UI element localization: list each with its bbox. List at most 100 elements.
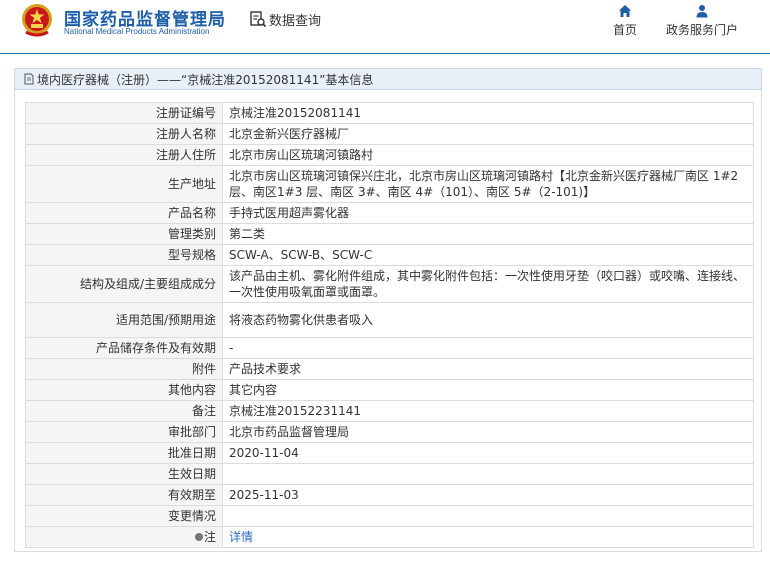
field-value-cell: 详情: [222, 526, 754, 548]
table-row: 变更情况: [25, 505, 754, 527]
field-value: 京械注准20152231141: [229, 404, 361, 418]
field-label-cell: 批准日期: [25, 442, 223, 464]
field-value: 第二类: [229, 227, 266, 241]
nav-home-label: 首页: [612, 23, 637, 37]
field-label-cell: 生产地址: [25, 165, 223, 203]
field-label: 注册证编号: [155, 106, 216, 120]
field-value-cell: 2025-11-03: [222, 484, 754, 506]
field-label-cell: 生效日期: [25, 463, 223, 485]
field-value-cell: 2020-11-04: [222, 442, 754, 464]
table-row: 产品储存条件及有效期 -: [25, 337, 754, 359]
nav-service-portal-label: 政务服务门户: [665, 23, 738, 37]
field-label-cell: 管理类别: [25, 223, 223, 245]
field-value-cell: 手持式医用超声雾化器: [222, 202, 754, 224]
data-query-link[interactable]: 数据查询: [249, 9, 321, 29]
field-value: SCW-A、SCW-B、SCW-C: [229, 248, 373, 262]
breadcrumb-text: 境内医疗器械（注册）——“京械注准20152081141”基本信息: [37, 72, 374, 87]
field-value-cell: 北京市房山区琉璃河镇路村: [222, 144, 754, 166]
field-label: 其他内容: [167, 383, 216, 397]
field-label: 管理类别: [167, 227, 216, 241]
table-row: 附件 产品技术要求: [25, 358, 754, 380]
field-label-cell: 附件: [25, 358, 223, 380]
document-icon: [24, 73, 34, 85]
field-value: 北京市药品监督管理局: [229, 425, 350, 439]
field-value: 手持式医用超声雾化器: [229, 206, 350, 220]
details-link[interactable]: 详情: [229, 530, 253, 544]
nav-home[interactable]: 首页: [608, 4, 642, 38]
field-label-cell: 注册人名称: [25, 123, 223, 145]
field-value-cell: 第二类: [222, 223, 754, 245]
nav-service-portal[interactable]: 政务服务门户: [662, 4, 742, 38]
field-label: 注册人住所: [155, 148, 216, 162]
home-icon: [619, 5, 631, 17]
table-row: 注册人名称 北京金新兴医疗器械厂: [25, 123, 754, 145]
field-label: 批准日期: [167, 446, 216, 460]
field-value: 北京金新兴医疗器械厂: [229, 127, 350, 141]
field-value: 将液态药物雾化供患者吸入: [229, 313, 374, 327]
detail-panel: 注册证编号 京械注准20152081141 注册人名称 北京金新兴医疗器械厂 注册人住所…: [14, 90, 762, 552]
field-label: 备注: [191, 404, 216, 418]
table-row: 审批部门 北京市药品监督管理局: [25, 421, 754, 443]
field-label: 有效期至: [167, 488, 216, 502]
field-value-cell: 北京金新兴医疗器械厂: [222, 123, 754, 145]
data-query-label: 数据查询: [269, 13, 322, 29]
field-label-cell: 注册人住所: [25, 144, 223, 166]
field-value-cell: 将液态药物雾化供患者吸入: [222, 302, 754, 338]
site-title-en: National Medical Products Administration: [64, 27, 210, 36]
field-value-cell: 该产品由主机、雾化附件组成，其中雾化附件包括：一次性使用牙垫（咬口器）或咬嘴、连…: [222, 265, 754, 303]
field-value-cell: 京械注准20152231141: [222, 400, 754, 422]
field-label-cell: 变更情况: [25, 505, 223, 527]
field-label-cell: 其他内容: [25, 379, 223, 401]
table-row: 注册人住所 北京市房山区琉璃河镇路村: [25, 144, 754, 166]
table-row: 批准日期 2020-11-04: [25, 442, 754, 464]
national-emblem-icon: [22, 4, 52, 37]
field-value: -: [229, 341, 234, 355]
field-label: 结构及组成/主要组成成分: [79, 277, 216, 291]
field-label-cell: 审批部门: [25, 421, 223, 443]
field-value-cell: 其它内容: [222, 379, 754, 401]
table-row: 结构及组成/主要组成成分 该产品由主机、雾化附件组成，其中雾化附件包括：一次性使用…: [25, 265, 754, 303]
field-value-cell: 北京市房山区琉璃河镇保兴庄北，北京市房山区琉璃河镇路村【北京金新兴医疗器械厂南区…: [222, 165, 754, 203]
table-row: 产品名称 手持式医用超声雾化器: [25, 202, 754, 224]
field-label-cell: 有效期至: [25, 484, 223, 506]
field-label: 生效日期: [167, 467, 216, 481]
field-label-cell: 适用范围/预期用途: [25, 302, 223, 338]
field-value-cell: 京械注准20152081141: [222, 102, 754, 124]
field-label: 审批部门: [167, 425, 216, 439]
table-row: 其他内容 其它内容: [25, 379, 754, 401]
field-label: 适用范围/预期用途: [115, 313, 216, 327]
search-document-icon: [250, 11, 267, 28]
field-value-cell: [222, 505, 754, 527]
field-value-cell: [222, 463, 754, 485]
field-value-cell: -: [222, 337, 754, 359]
table-row: 生效日期: [25, 463, 754, 485]
field-value-cell: 产品技术要求: [222, 358, 754, 380]
table-row: 注册证编号 京械注准20152081141: [25, 102, 754, 124]
field-value: 北京市房山区琉璃河镇路村: [229, 148, 374, 162]
field-value: 该产品由主机、雾化附件组成，其中雾化附件包括：一次性使用牙垫（咬口器）或咬嘴、连…: [229, 269, 746, 299]
field-label: 型号规格: [167, 248, 216, 262]
field-label: 附件: [191, 362, 216, 376]
field-label: 产品储存条件及有效期: [95, 341, 216, 355]
field-label: 变更情况: [167, 509, 216, 523]
user-icon: [696, 5, 708, 18]
field-value: 2025-11-03: [229, 488, 299, 502]
field-label-cell: 注: [25, 526, 223, 548]
table-row: 有效期至 2025-11-03: [25, 484, 754, 506]
table-row: 生产地址 北京市房山区琉璃河镇保兴庄北，北京市房山区琉璃河镇路村【北京金新兴医疗器…: [25, 165, 754, 203]
note-icon: [194, 532, 203, 541]
detail-table: 注册证编号 京械注准20152081141 注册人名称 北京金新兴医疗器械厂 注册人住所…: [25, 102, 754, 548]
field-label: 生产地址: [167, 177, 216, 191]
field-label: 产品名称: [167, 206, 216, 220]
field-label-cell: 产品储存条件及有效期: [25, 337, 223, 359]
field-value-cell: SCW-A、SCW-B、SCW-C: [222, 244, 754, 266]
table-row: 备注 京械注准20152231141: [25, 400, 754, 422]
field-label-cell: 产品名称: [25, 202, 223, 224]
field-value: 京械注准20152081141: [229, 106, 361, 120]
field-value: 北京市房山区琉璃河镇保兴庄北，北京市房山区琉璃河镇路村【北京金新兴医疗器械厂南区…: [229, 169, 739, 199]
field-label: 注: [203, 530, 216, 544]
table-row: 注详情: [25, 526, 754, 548]
field-label-cell: 型号规格: [25, 244, 223, 266]
field-value: 2020-11-04: [229, 446, 299, 460]
table-row: 管理类别 第二类: [25, 223, 754, 245]
